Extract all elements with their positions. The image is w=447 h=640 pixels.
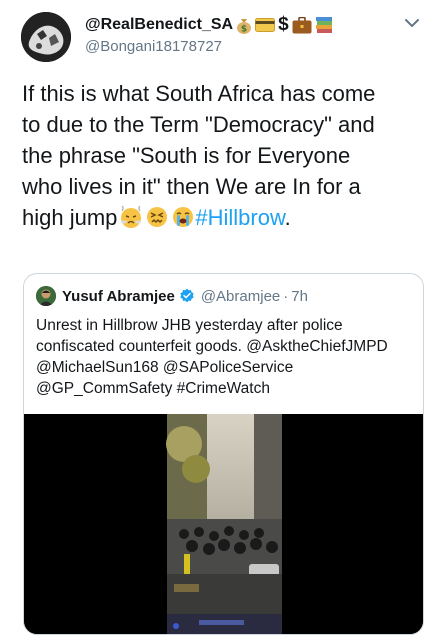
- verified-badge-icon: [180, 288, 194, 303]
- separator-dot: ·: [283, 287, 289, 305]
- steaming-face-icon: [121, 205, 142, 228]
- books-icon: [315, 17, 332, 33]
- name-emojis: $ $: [236, 14, 333, 36]
- tweet-text-line: who lives in it" then We are In for a: [22, 174, 361, 199]
- quoted-tweet-card[interactable]: Yusuf Abramjee @Abramjee · 7h Unrest in …: [23, 273, 424, 635]
- video-frame: [166, 414, 282, 634]
- quoted-handle[interactable]: @Abramjee: [201, 288, 280, 305]
- tweet-text-end: .: [284, 205, 291, 230]
- name-row: @RealBenedict_SA $ $: [85, 14, 333, 36]
- quoted-tweet-text: Unrest in Hillbrow JHB yesterday after p…: [36, 317, 388, 397]
- quoted-timestamp[interactable]: 7h: [291, 288, 308, 305]
- quoted-avatar[interactable]: [36, 286, 56, 306]
- display-name[interactable]: @RealBenedict_SA: [85, 16, 233, 34]
- quoted-display-name[interactable]: Yusuf Abramjee: [62, 288, 175, 305]
- dollar-sign-icon: $: [278, 14, 289, 35]
- avatar[interactable]: [21, 12, 71, 62]
- briefcase-icon: [292, 16, 312, 33]
- quoted-tweet-header: Yusuf Abramjee @Abramjee · 7h: [36, 286, 308, 306]
- confounded-face-icon: [147, 207, 168, 227]
- chevron-down-icon[interactable]: [404, 17, 420, 29]
- hashtag-link[interactable]: #Hillbrow: [195, 205, 284, 230]
- tweet-text: If this is what South Africa has come to…: [22, 78, 432, 233]
- crying-face-icon: [173, 207, 194, 227]
- svg-text:$: $: [241, 25, 247, 35]
- handle[interactable]: @Bongani18178727: [85, 38, 222, 55]
- quoted-video-media[interactable]: [24, 414, 423, 634]
- tweet-text-line: the phrase "South is for Everyone: [22, 143, 351, 168]
- tweet-header: @RealBenedict_SA $ $ @Bongani18178727: [0, 0, 447, 70]
- credit-card-icon: [255, 18, 276, 32]
- tweet-text-line: to due to the Term "Democracy" and: [22, 112, 375, 137]
- tweet-text-line: If this is what South Africa has come: [22, 81, 376, 106]
- tweet-text-line: high jump: [22, 205, 118, 230]
- tweet-emojis: [119, 205, 195, 229]
- money-bag-icon: $: [237, 19, 252, 35]
